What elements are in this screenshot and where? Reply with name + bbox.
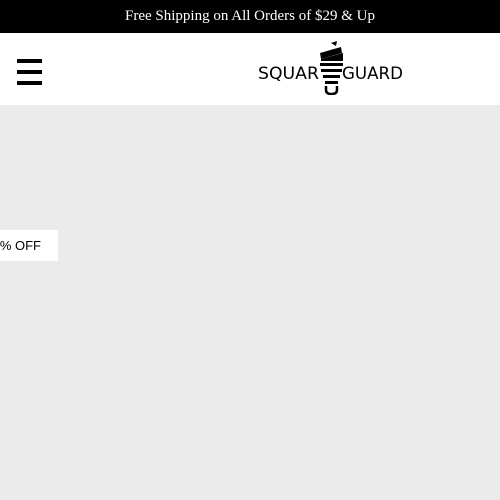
hamburger-menu-icon xyxy=(17,59,42,63)
logo-graphic: SQUAR GUARD xyxy=(258,41,403,95)
site-header: SQUAR GUARD xyxy=(0,33,500,105)
site-logo[interactable]: SQUAR GUARD xyxy=(257,41,405,95)
logo-text-right: GUARD xyxy=(342,64,403,84)
announcement-bar: Free Shipping on All Orders of $29 & Up xyxy=(0,0,500,33)
hero-banner xyxy=(0,105,500,500)
menu-button[interactable] xyxy=(17,59,42,85)
discount-badge[interactable]: 0% OFF xyxy=(0,230,58,261)
announcement-text: Free Shipping on All Orders of $29 & Up xyxy=(125,8,375,24)
cone-guard-logo-icon xyxy=(320,41,343,95)
discount-badge-text: 0% OFF xyxy=(0,238,41,253)
logo-text-left: SQUAR xyxy=(258,64,319,84)
